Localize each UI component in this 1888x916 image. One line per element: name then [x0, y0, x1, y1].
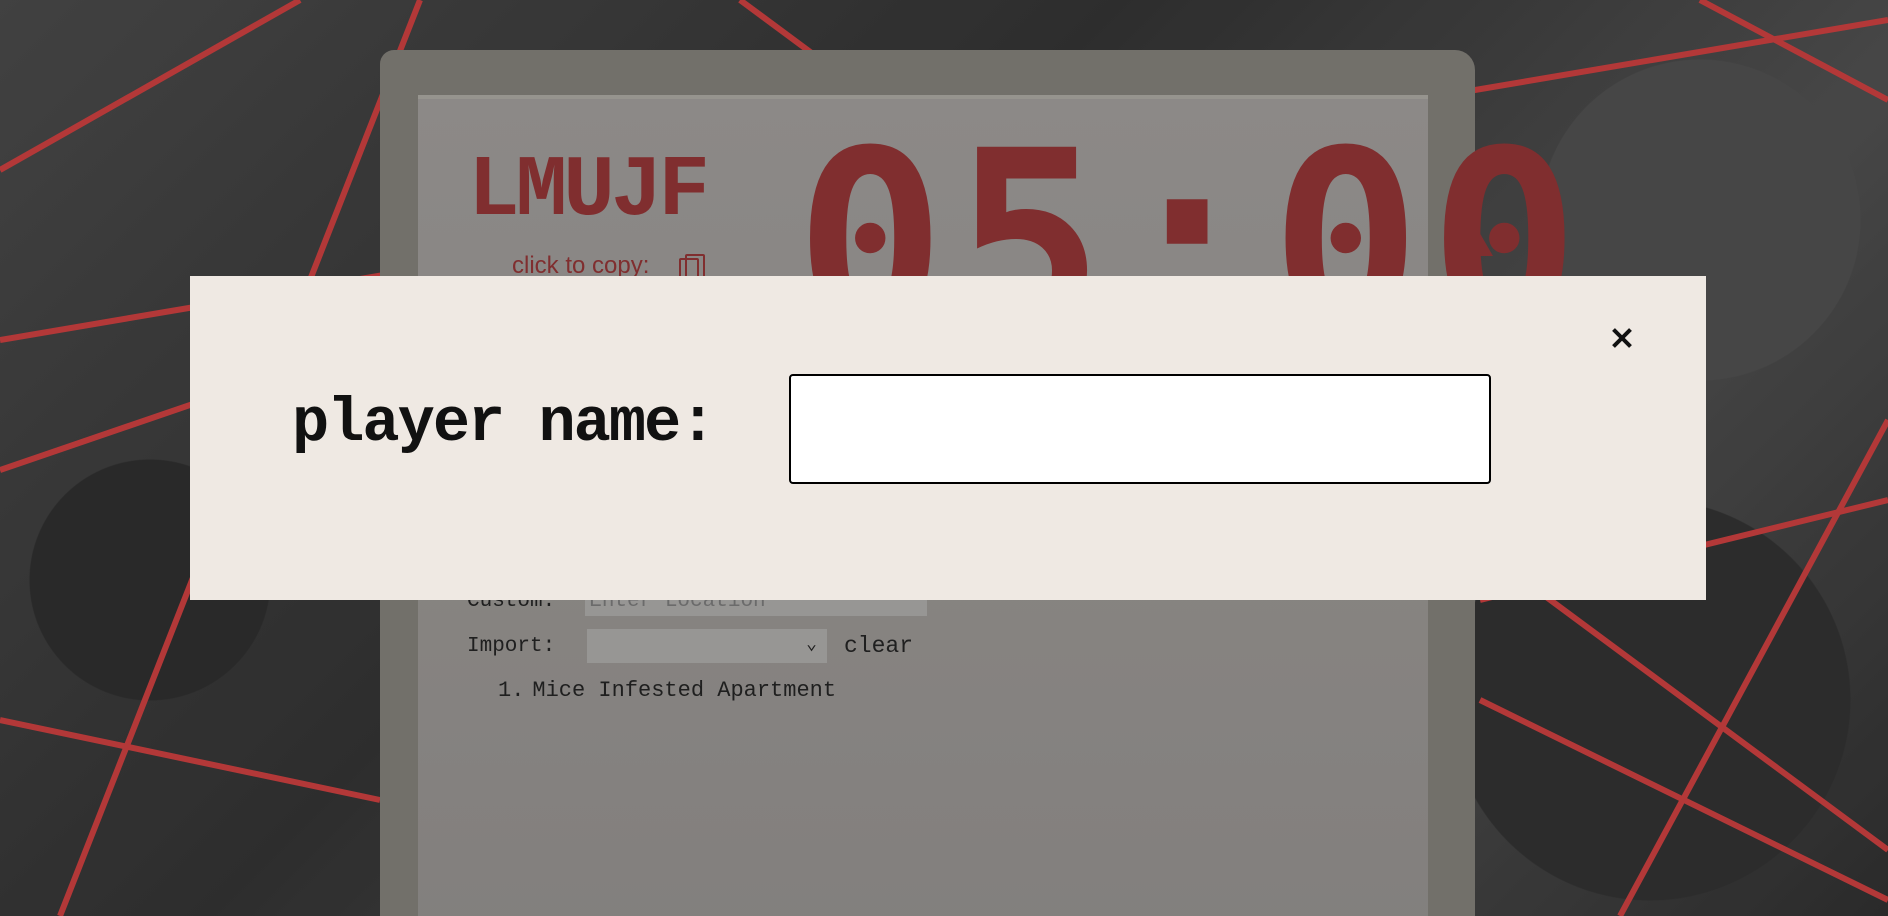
player-name-input[interactable] — [789, 374, 1491, 484]
close-icon[interactable] — [1608, 324, 1636, 352]
player-name-modal: player name: — [190, 276, 1706, 600]
player-name-label: player name: — [292, 388, 716, 459]
